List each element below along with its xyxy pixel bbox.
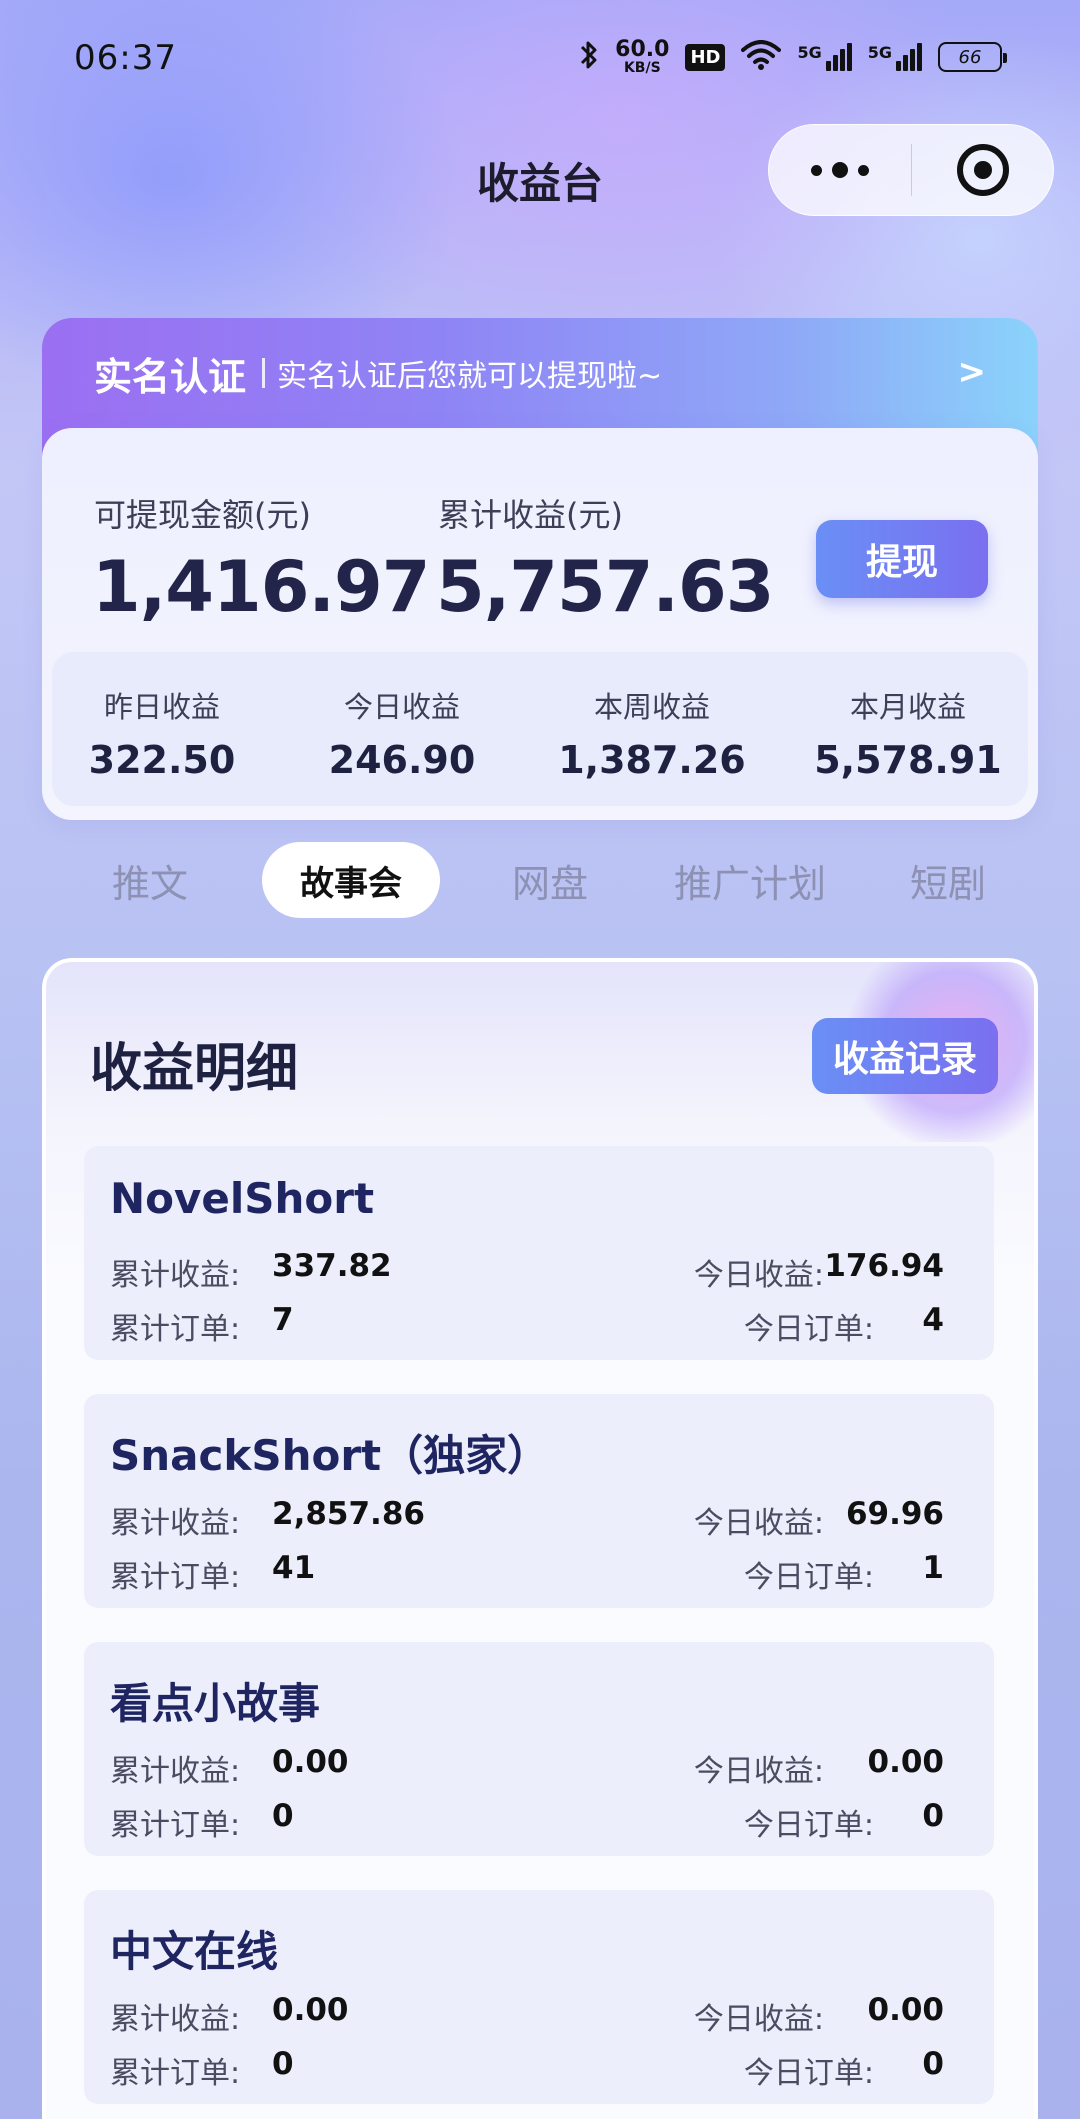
item-total-income: 2,857.86	[272, 1496, 425, 1532]
stat-yesterday: 昨日收益 322.50	[88, 690, 236, 782]
item-total-orders: 7	[272, 1302, 294, 1338]
earnings-record-button[interactable]: 收益记录	[812, 1018, 998, 1094]
verify-title: 实名认证	[94, 354, 247, 399]
signal-5g-icon: 5G	[797, 43, 852, 71]
more-icon[interactable]	[769, 162, 911, 178]
earnings-summary-card: 可提现金额(元) 1,416.97 累计收益(元) 5,757.63 提现 昨日…	[42, 428, 1038, 820]
chevron-right-icon: >	[957, 352, 987, 392]
category-tabs: 推文 故事会 网盘 推广计划 短剧	[0, 842, 1080, 932]
stat-month: 本月收益 5,578.91	[814, 690, 1002, 782]
item-today-orders: 0	[922, 2046, 944, 2082]
item-name: 看点小故事	[110, 1679, 321, 1728]
withdrawable-amount: 1,416.97	[92, 546, 430, 628]
list-item[interactable]: NovelShort 累计收益: 337.82 累计订单: 7 今日收益: 17…	[84, 1146, 994, 1360]
battery-icon: 66	[938, 42, 1007, 72]
verify-text: 实名认证后您就可以提现啦~	[277, 359, 663, 394]
item-total-orders: 41	[272, 1550, 316, 1586]
total-earnings-label: 累计收益(元)	[438, 496, 623, 534]
tab-story[interactable]: 故事会	[262, 842, 440, 918]
list-item[interactable]: SnackShort（独家） 累计收益: 2,857.86 累计订单: 41 今…	[84, 1394, 994, 1608]
stat-week: 本周收益 1,387.26	[558, 690, 746, 782]
list-item[interactable]: 看点小故事 累计收益: 0.00 累计订单: 0 今日收益: 0.00 今日订单…	[84, 1642, 994, 1856]
tab-short-drama[interactable]: 短剧	[888, 842, 1008, 918]
earnings-detail-panel: 收益明细 收益记录 NovelShort 累计收益: 337.82 累计订单: …	[42, 958, 1038, 2119]
mini-program-capsule	[768, 124, 1054, 216]
tab-netdisk[interactable]: 网盘	[490, 842, 610, 918]
item-today-income: 176.94	[824, 1248, 944, 1284]
total-earnings-amount: 5,757.63	[436, 546, 774, 628]
item-total-orders: 0	[272, 2046, 294, 2082]
verify-divider	[262, 358, 266, 388]
period-stats: 昨日收益 322.50 今日收益 246.90 本周收益 1,387.26 本月…	[52, 652, 1028, 806]
item-name: SnackShort（独家）	[110, 1431, 550, 1480]
tab-promotion[interactable]: 推广计划	[660, 842, 840, 918]
item-today-income: 0.00	[867, 1992, 945, 2028]
list-item[interactable]: 中文在线 累计收益: 0.00 累计订单: 0 今日收益: 0.00 今日订单:…	[84, 1890, 994, 2104]
item-name: 中文在线	[110, 1927, 279, 1976]
close-circle-icon	[956, 144, 1009, 196]
tab-tweets[interactable]: 推文	[90, 842, 210, 918]
hd-icon: HD	[685, 43, 726, 71]
net-speed: 60.0 KB/S	[615, 37, 670, 76]
status-icons: 60.0 KB/S HD 5G 5G 66	[579, 37, 1007, 76]
stat-today: 今日收益 246.90	[328, 690, 476, 782]
item-today-income: 69.96	[845, 1496, 944, 1532]
item-total-orders: 0	[272, 1798, 294, 1834]
signal-5g-icon-2: 5G	[868, 43, 922, 71]
item-today-income: 0.00	[867, 1744, 945, 1780]
wifi-icon	[741, 40, 782, 74]
detail-title: 收益明细	[90, 1039, 299, 1099]
item-today-orders: 1	[922, 1550, 944, 1586]
item-today-orders: 4	[922, 1302, 944, 1338]
withdrawable-label: 可提现金额(元)	[94, 496, 311, 534]
item-total-income: 337.82	[272, 1248, 392, 1284]
withdraw-button[interactable]: 提现	[816, 520, 988, 598]
status-bar: 06:37 60.0 KB/S HD 5G 5G 66	[0, 0, 1080, 120]
status-time: 06:37	[74, 38, 177, 78]
item-today-orders: 0	[922, 1798, 944, 1834]
item-total-income: 0.00	[272, 1992, 349, 2028]
bluetooth-icon	[579, 38, 599, 76]
close-button[interactable]	[912, 144, 1053, 196]
item-total-income: 0.00	[272, 1744, 349, 1780]
item-name: NovelShort	[110, 1174, 375, 1223]
